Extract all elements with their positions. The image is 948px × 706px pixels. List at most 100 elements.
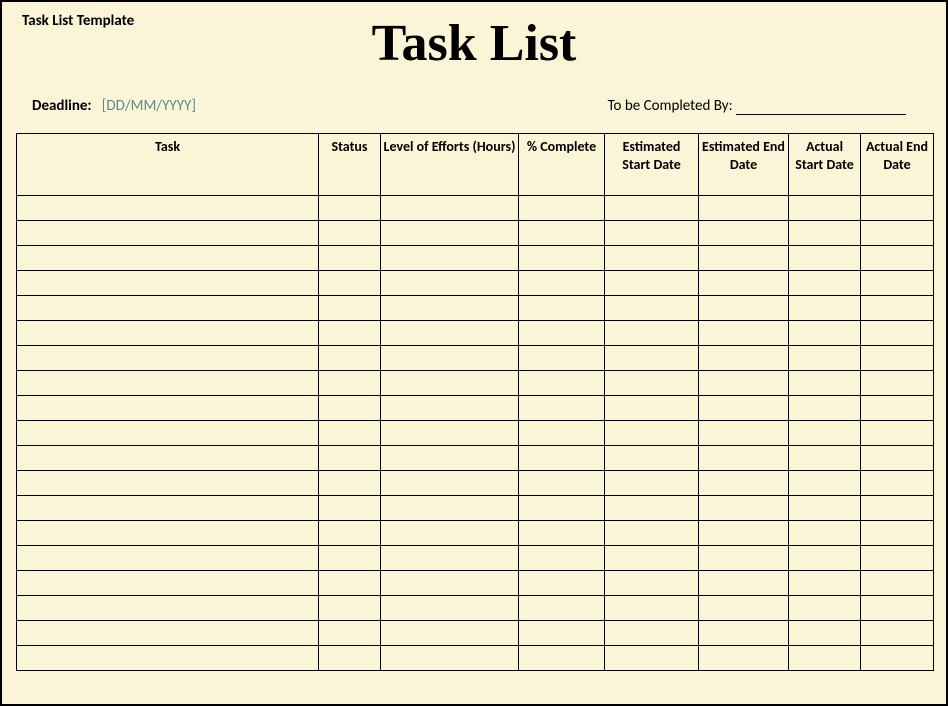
table-cell — [319, 221, 381, 246]
table-cell — [17, 421, 319, 446]
table-cell — [17, 296, 319, 321]
col-task: Task — [17, 134, 319, 196]
table-cell — [17, 371, 319, 396]
completed-by-field: To be Completed By: — [608, 97, 916, 115]
table-cell — [699, 571, 789, 596]
table-cell — [17, 596, 319, 621]
table-cell — [605, 196, 699, 221]
table-cell — [605, 346, 699, 371]
table-row — [17, 596, 934, 621]
table-cell — [699, 371, 789, 396]
table-cell — [605, 496, 699, 521]
table-cell — [519, 196, 605, 221]
table-cell — [381, 571, 519, 596]
table-cell — [381, 196, 519, 221]
table-cell — [17, 246, 319, 271]
table-cell — [699, 521, 789, 546]
table-cell — [861, 421, 934, 446]
table-cell — [319, 471, 381, 496]
table-cell — [17, 271, 319, 296]
table-row — [17, 396, 934, 421]
table-row — [17, 421, 934, 446]
table-cell — [605, 646, 699, 671]
col-est-end: Estimated End Date — [699, 134, 789, 196]
table-cell — [605, 446, 699, 471]
table-cell — [605, 596, 699, 621]
table-cell — [789, 496, 861, 521]
table-cell — [605, 371, 699, 396]
table-cell — [699, 596, 789, 621]
col-status: Status — [319, 134, 381, 196]
table-cell — [519, 446, 605, 471]
table-cell — [519, 521, 605, 546]
table-cell — [861, 196, 934, 221]
table-cell — [699, 321, 789, 346]
col-est-start: Estimated Start Date — [605, 134, 699, 196]
table-cell — [789, 396, 861, 421]
table-cell — [861, 246, 934, 271]
table-cell — [789, 596, 861, 621]
table-cell — [605, 546, 699, 571]
table-cell — [789, 296, 861, 321]
table-cell — [519, 571, 605, 596]
table-cell — [17, 496, 319, 521]
table-cell — [789, 471, 861, 496]
table-cell — [319, 446, 381, 471]
table-cell — [861, 596, 934, 621]
table-cell — [319, 421, 381, 446]
table-row — [17, 521, 934, 546]
table-cell — [789, 546, 861, 571]
table-cell — [605, 271, 699, 296]
table-row — [17, 246, 934, 271]
table-row — [17, 546, 934, 571]
col-act-end: Actual End Date — [861, 134, 934, 196]
table-cell — [861, 571, 934, 596]
table-cell — [789, 196, 861, 221]
table-row — [17, 371, 934, 396]
table-cell — [319, 621, 381, 646]
table-cell — [789, 271, 861, 296]
table-cell — [319, 396, 381, 421]
table-cell — [519, 496, 605, 521]
table-cell — [519, 596, 605, 621]
table-cell — [381, 621, 519, 646]
table-cell — [17, 196, 319, 221]
table-cell — [861, 471, 934, 496]
table-cell — [381, 446, 519, 471]
table-cell — [699, 346, 789, 371]
table-cell — [319, 271, 381, 296]
table-cell — [699, 296, 789, 321]
table-cell — [789, 321, 861, 346]
table-row — [17, 221, 934, 246]
table-row — [17, 571, 934, 596]
col-effort: Level of Efforts (Hours) — [381, 134, 519, 196]
table-row — [17, 496, 934, 521]
table-cell — [861, 396, 934, 421]
table-row — [17, 471, 934, 496]
table-cell — [17, 346, 319, 371]
table-cell — [17, 546, 319, 571]
table-cell — [319, 246, 381, 271]
table-row — [17, 346, 934, 371]
table-cell — [789, 421, 861, 446]
table-row — [17, 321, 934, 346]
table-cell — [699, 246, 789, 271]
table-cell — [519, 271, 605, 296]
table-cell — [17, 221, 319, 246]
table-cell — [699, 196, 789, 221]
table-cell — [699, 396, 789, 421]
table-cell — [519, 646, 605, 671]
table-cell — [699, 421, 789, 446]
table-cell — [789, 371, 861, 396]
table-cell — [605, 421, 699, 446]
table-cell — [699, 646, 789, 671]
table-cell — [699, 546, 789, 571]
table-cell — [519, 321, 605, 346]
table-cell — [381, 396, 519, 421]
table-cell — [17, 321, 319, 346]
table-cell — [319, 496, 381, 521]
completed-by-blank — [736, 102, 906, 116]
table-cell — [789, 621, 861, 646]
col-pct-complete: % Complete — [519, 134, 605, 196]
table-cell — [17, 471, 319, 496]
